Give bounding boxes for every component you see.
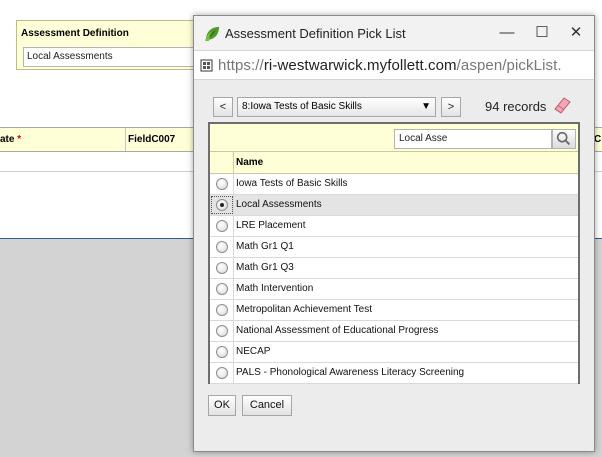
table-row[interactable]: Iowa Tests of Basic Skills xyxy=(210,174,578,195)
radio-cell xyxy=(210,195,234,215)
assessment-definition-panel: Assessment Definition Local Assessments xyxy=(16,20,206,70)
table-row[interactable]: Metropolitan Achievement Test xyxy=(210,300,578,321)
table-header: Name xyxy=(210,152,578,174)
row-name: Math Gr1 Q3 xyxy=(236,262,294,273)
grid-column-label: C xyxy=(594,134,602,145)
eraser-icon[interactable] xyxy=(552,96,572,114)
row-name: Math Gr1 Q1 xyxy=(236,241,294,252)
assessment-definition-label: Assessment Definition xyxy=(21,28,129,39)
assessment-definition-field[interactable]: Local Assessments xyxy=(23,47,205,67)
search-icon xyxy=(556,131,571,146)
radio-cell xyxy=(210,321,234,341)
dialog-title: Assessment Definition Pick List xyxy=(225,26,406,41)
table-row[interactable]: Math Gr1 Q1 xyxy=(210,237,578,258)
table-row[interactable]: Math Gr1 Q3 xyxy=(210,258,578,279)
table-row[interactable]: LRE Placement xyxy=(210,216,578,237)
row-name: Local Assessments xyxy=(236,199,322,210)
close-button[interactable]: ✕ xyxy=(566,23,586,43)
row-radio-button[interactable] xyxy=(216,325,228,337)
grid-column-date[interactable]: ate * xyxy=(0,128,126,151)
record-count: 94 records xyxy=(485,99,547,114)
cancel-button[interactable]: Cancel xyxy=(242,395,292,416)
table-row[interactable]: NECAP xyxy=(210,342,578,363)
radio-cell xyxy=(210,300,234,320)
row-radio-button[interactable] xyxy=(216,283,228,295)
dialog-titlebar[interactable]: Assessment Definition Pick List — ☐ ✕ xyxy=(194,16,594,50)
next-page-button[interactable]: > xyxy=(441,97,461,117)
dropdown-arrow-icon: ▼ xyxy=(421,101,431,112)
row-name: LRE Placement xyxy=(236,220,306,231)
dialog-content: < 8:Iowa Tests of Basic Skills ▼ > 94 re… xyxy=(194,80,594,451)
ok-button[interactable]: OK xyxy=(208,395,236,416)
table-row[interactable]: Math Intervention xyxy=(210,279,578,300)
table-body: Iowa Tests of Basic Skills Local Assessme… xyxy=(210,174,578,384)
grid-column-label: ate xyxy=(0,134,15,145)
row-radio-button[interactable] xyxy=(216,304,228,316)
record-selector[interactable]: 8:Iowa Tests of Basic Skills ▼ xyxy=(237,97,436,117)
radio-cell xyxy=(210,258,234,278)
record-selector-value: 8:Iowa Tests of Basic Skills xyxy=(242,101,362,112)
url-path: /aspen/pickList. xyxy=(456,57,562,74)
row-name: Iowa Tests of Basic Skills xyxy=(236,178,348,189)
row-name: Math Intervention xyxy=(236,283,314,294)
selection-column-header xyxy=(210,152,234,173)
required-mark: * xyxy=(17,134,22,145)
row-radio-button[interactable] xyxy=(216,220,228,232)
grid-column-fieldc007[interactable]: FieldC007 xyxy=(128,128,198,151)
row-name: National Assessment of Educational Progr… xyxy=(236,325,439,336)
row-radio-button[interactable] xyxy=(216,199,228,211)
url-host: ri-westwarwick.myfollett.com xyxy=(263,57,457,74)
row-radio-button[interactable] xyxy=(216,241,228,253)
row-radio-button[interactable] xyxy=(216,178,228,190)
row-name: PALS - Phonological Awareness Literacy S… xyxy=(236,367,465,378)
previous-page-button[interactable]: < xyxy=(213,97,233,117)
page-info-icon xyxy=(200,59,213,72)
maximize-button[interactable]: ☐ xyxy=(532,23,552,43)
pick-list-dialog: Assessment Definition Pick List — ☐ ✕ ht… xyxy=(193,15,595,452)
pick-list: Local Asse Name Iowa Tests of Basic Skil… xyxy=(208,122,580,384)
url-scheme: https:// xyxy=(218,57,264,74)
radio-cell xyxy=(210,174,234,194)
url-bar[interactable]: https://ri-westwarwick.myfollett.com/asp… xyxy=(194,50,594,80)
radio-cell xyxy=(210,237,234,257)
table-row[interactable]: National Assessment of Educational Progr… xyxy=(210,321,578,342)
search-bar: Local Asse xyxy=(210,124,578,152)
radio-cell xyxy=(210,363,234,383)
grid-column-label: FieldC007 xyxy=(128,134,176,145)
row-radio-button[interactable] xyxy=(216,367,228,379)
table-row[interactable]: PALS - Phonological Awareness Literacy S… xyxy=(210,363,578,384)
grid-column-partial[interactable]: C xyxy=(594,128,602,151)
url-text: https://ri-westwarwick.myfollett.com/asp… xyxy=(218,57,562,74)
search-input[interactable]: Local Asse xyxy=(394,129,552,149)
row-radio-button[interactable] xyxy=(216,262,228,274)
table-row[interactable]: Local Assessments xyxy=(210,195,578,216)
search-button[interactable] xyxy=(552,129,576,149)
radio-cell xyxy=(210,279,234,299)
name-column-header[interactable]: Name xyxy=(236,157,263,168)
row-name: Metropolitan Achievement Test xyxy=(236,304,373,315)
minimize-button[interactable]: — xyxy=(497,23,517,43)
row-name: NECAP xyxy=(236,346,271,357)
radio-cell xyxy=(210,216,234,236)
leaf-icon xyxy=(205,27,219,41)
radio-cell xyxy=(210,342,234,362)
row-radio-button[interactable] xyxy=(216,346,228,358)
